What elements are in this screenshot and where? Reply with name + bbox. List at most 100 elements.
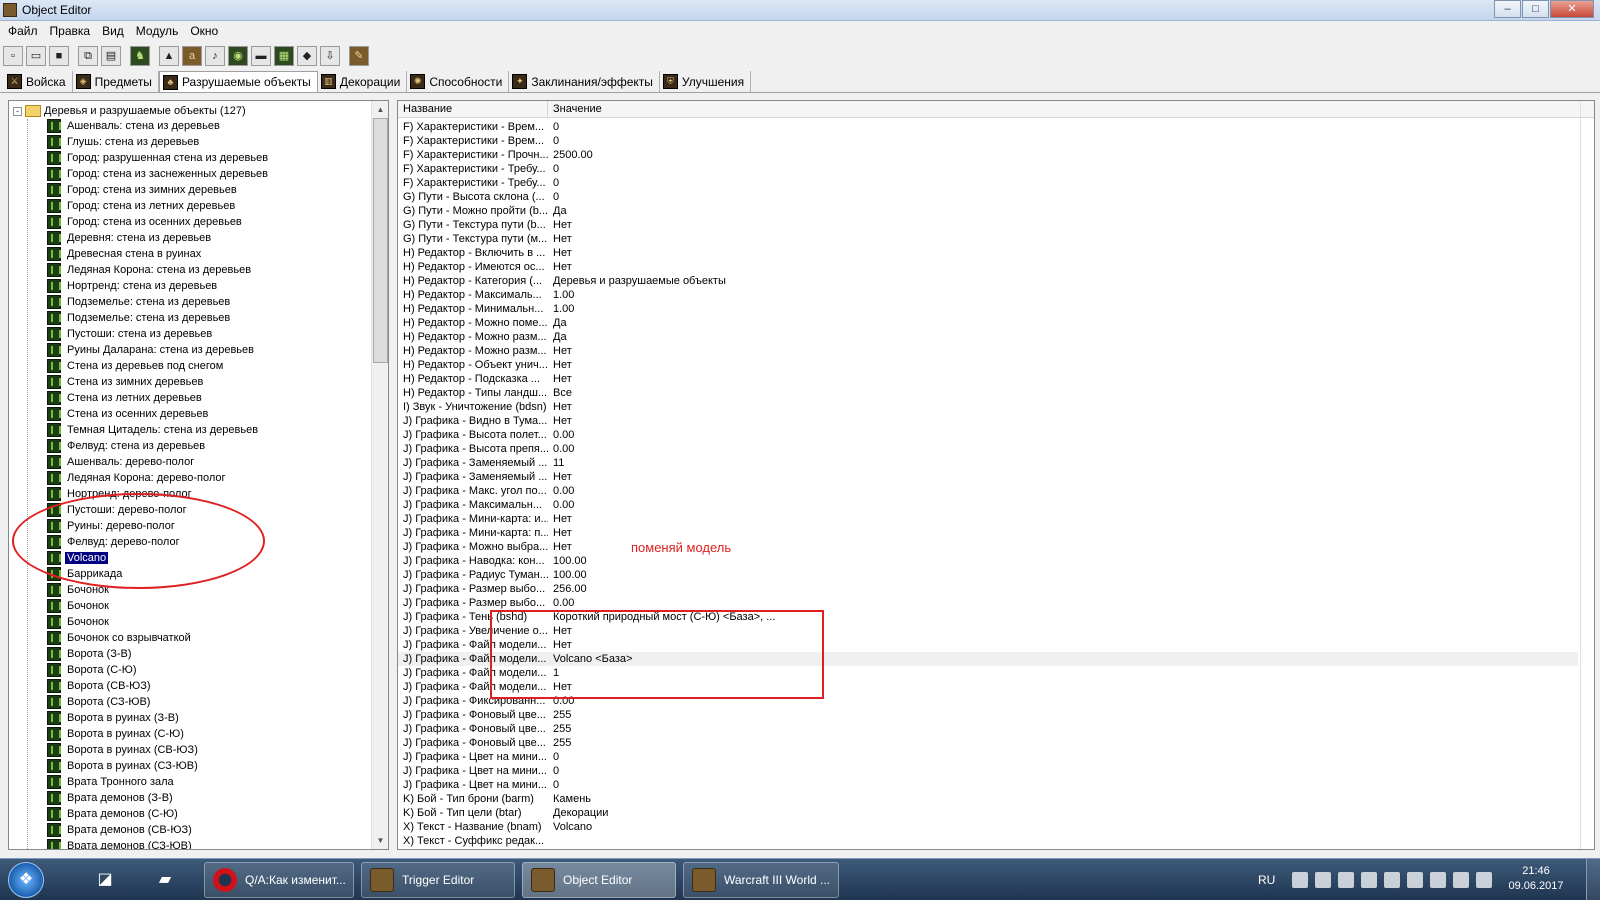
tree-item[interactable]: Ворота в руинах (СЗ-ЮВ): [47, 758, 367, 774]
property-row[interactable]: J) Графика - Размер выбо... 256.00: [398, 582, 1578, 596]
property-row[interactable]: H) Редактор - Максималь... 1.00: [398, 288, 1578, 302]
property-value[interactable]: 0: [548, 134, 559, 148]
property-value[interactable]: Деревья и разрушаемые объекты: [548, 274, 726, 288]
scroll-up-icon[interactable]: ▲: [372, 101, 388, 118]
property-row[interactable]: F) Характеристики - Врем... 0: [398, 120, 1578, 134]
tree-item[interactable]: Глушь: стена из деревьев: [47, 134, 367, 150]
column-value-header[interactable]: Значение: [548, 101, 602, 117]
close-button[interactable]: ✕: [1550, 0, 1594, 18]
property-row[interactable]: H) Редактор - Категория (... Деревья и ра…: [398, 274, 1578, 288]
tree-item[interactable]: Подземелье: стена из деревьев: [47, 310, 367, 326]
property-row[interactable]: J) Графика - Видно в Тума... Нет: [398, 414, 1578, 428]
property-value[interactable]: Volcano: [548, 820, 592, 834]
tree-item[interactable]: Ворота в руинах (СВ-ЮЗ): [47, 742, 367, 758]
tab-upgrades[interactable]: ⛨ Улучшения: [660, 71, 752, 92]
property-value[interactable]: Нет: [548, 540, 572, 554]
clock[interactable]: 21:46 09.06.2017: [1500, 864, 1572, 894]
script-icon[interactable]: ✎: [349, 46, 369, 66]
import-icon[interactable]: ⇩: [320, 46, 340, 66]
title-bar[interactable]: Object Editor – □ ✕: [0, 0, 1600, 21]
tree-item[interactable]: Ледяная Корона: дерево-полог: [47, 470, 367, 486]
property-value[interactable]: 1.00: [548, 288, 574, 302]
network-icon[interactable]: [1292, 872, 1309, 888]
tree-item[interactable]: Город: стена из заснеженных деревьев: [47, 166, 367, 182]
taskbar-button-trigger-editor[interactable]: Trigger Editor: [361, 862, 515, 898]
property-value[interactable]: Да: [548, 316, 567, 330]
property-row[interactable]: H) Редактор - Можно поме... Да: [398, 316, 1578, 330]
property-row[interactable]: J) Графика - Заменяемый ... 11: [398, 456, 1578, 470]
tree-item[interactable]: Ашенваль: дерево-полог: [47, 454, 367, 470]
property-row[interactable]: F) Характеристики - Требу... 0: [398, 162, 1578, 176]
tree-item[interactable]: Ворота (С-Ю): [47, 662, 367, 678]
property-row[interactable]: H) Редактор - Включить в ... Нет: [398, 246, 1578, 260]
property-row[interactable]: F) Характеристики - Прочн... 2500.00: [398, 148, 1578, 162]
property-row[interactable]: G) Пути - Текстура пути (b... Нет: [398, 218, 1578, 232]
monitor-icon[interactable]: [1407, 872, 1424, 888]
windows-logo-icon[interactable]: ❖: [8, 862, 44, 898]
tab-destructibles[interactable]: ♣ Разрушаемые объекты: [158, 71, 318, 92]
property-value[interactable]: 255: [548, 736, 571, 750]
tree-item[interactable]: Стена из деревьев под снегом: [47, 358, 367, 374]
tree-item[interactable]: Ворота (СВ-ЮЗ): [47, 678, 367, 694]
property-row[interactable]: J) Графика - Размер выбо... 0.00: [398, 596, 1578, 610]
property-grid[interactable]: Название Значение F) Характеристики - Вр…: [397, 100, 1595, 850]
property-row[interactable]: F) Характеристики - Врем... 0: [398, 134, 1578, 148]
map-icon[interactable]: ▦: [274, 46, 294, 66]
property-value[interactable]: 0.00: [548, 484, 574, 498]
units-icon[interactable]: ♞: [130, 46, 150, 66]
property-row[interactable]: H) Редактор - Имеются ос... Нет: [398, 260, 1578, 274]
property-value[interactable]: 1.00: [548, 302, 574, 316]
property-value[interactable]: Нет: [548, 526, 572, 540]
tab-doodads[interactable]: ▥ Декорации: [318, 71, 408, 92]
update-icon[interactable]: [1361, 872, 1378, 888]
doodad-icon[interactable]: ◆: [297, 46, 317, 66]
tree-item[interactable]: Ворота (З-В): [47, 646, 367, 662]
tab-items[interactable]: ◈ Предметы: [73, 71, 159, 92]
collapse-icon[interactable]: -: [13, 106, 22, 116]
tree-item[interactable]: Древесная стена в руинах: [47, 246, 367, 262]
volume-icon[interactable]: [1430, 872, 1447, 888]
property-value[interactable]: Нет: [548, 218, 572, 232]
tree-item[interactable]: Стена из осенних деревьев: [47, 406, 367, 422]
property-value[interactable]: Нет: [548, 414, 572, 428]
explorer-icon[interactable]: ◪: [82, 863, 128, 897]
property-value[interactable]: Декорации: [548, 806, 608, 820]
property-row[interactable]: J) Графика - Фоновый цве... 255: [398, 736, 1578, 750]
tree-item[interactable]: Руины Даларана: стена из деревьев: [47, 342, 367, 358]
property-row[interactable]: G) Пути - Можно пройти (b... Да: [398, 204, 1578, 218]
property-value[interactable]: 0.00: [548, 428, 574, 442]
taskbar-button-world-editor[interactable]: Warcraft III World ...: [683, 862, 839, 898]
tree-item[interactable]: Нортренд: стена из деревьев: [47, 278, 367, 294]
property-value[interactable]: 0: [548, 778, 559, 792]
property-row[interactable]: J) Графика - Фоновый цве... 255: [398, 708, 1578, 722]
tree-item[interactable]: Врата демонов (С-Ю): [47, 806, 367, 822]
property-row[interactable]: F) Характеристики - Требу... 0: [398, 176, 1578, 190]
property-value[interactable]: 0: [548, 764, 559, 778]
property-row[interactable]: J) Графика - Цвет на мини... 0: [398, 778, 1578, 792]
object-tree[interactable]: - Деревья и разрушаемые объекты (127) Аш…: [8, 100, 389, 850]
tree-item[interactable]: Фелвуд: стена из деревьев: [47, 438, 367, 454]
tab-buffs[interactable]: ✦ Заклинания/эффекты: [509, 71, 660, 92]
tree-item[interactable]: Бочонок со взрывчаткой: [47, 630, 367, 646]
property-row[interactable]: J) Графика - Радиус Туман... 100.00: [398, 568, 1578, 582]
property-value[interactable]: [548, 834, 553, 848]
property-value[interactable]: 0.00: [548, 442, 574, 456]
property-value[interactable]: 11: [548, 456, 564, 470]
tree-item[interactable]: Ворота в руинах (С-Ю): [47, 726, 367, 742]
property-value[interactable]: 255: [548, 722, 571, 736]
new-icon[interactable]: ▫: [3, 46, 23, 66]
tree-item[interactable]: Врата демонов (СЗ-ЮВ): [47, 838, 367, 849]
show-desktop-button[interactable]: [1586, 859, 1600, 900]
tree-item[interactable]: Пустоши: стена из деревьев: [47, 326, 367, 342]
property-value[interactable]: Нет: [548, 260, 572, 274]
sound-icon[interactable]: ♪: [205, 46, 225, 66]
action-center-icon[interactable]: [1453, 872, 1470, 888]
nvidia-icon[interactable]: [1384, 872, 1401, 888]
tree-item[interactable]: Ворота в руинах (З-В): [47, 710, 367, 726]
tree-item[interactable]: Ледяная Корона: стена из деревьев: [47, 262, 367, 278]
menu-view[interactable]: Вид: [96, 21, 130, 41]
property-row[interactable]: J) Графика - Мини-карта: и... Нет: [398, 512, 1578, 526]
property-row[interactable]: J) Графика - Мини-карта: п... Нет: [398, 526, 1578, 540]
property-value[interactable]: Нет: [548, 400, 572, 414]
property-row[interactable]: H) Редактор - Объект унич... Нет: [398, 358, 1578, 372]
